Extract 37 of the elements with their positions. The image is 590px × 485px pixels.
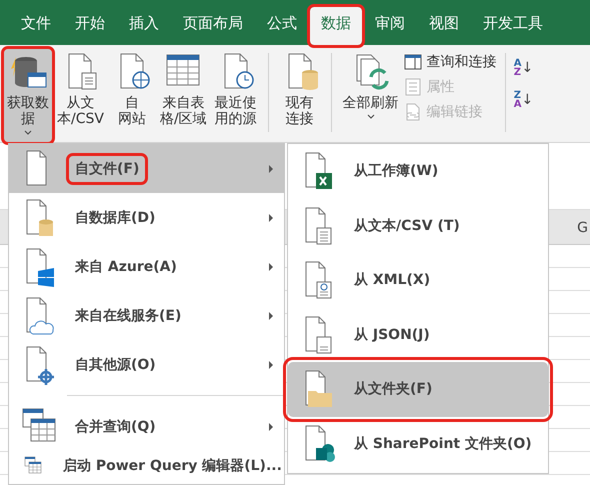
ribbon-tab[interactable]: 审阅	[364, 7, 416, 45]
menu-item[interactable]: 从 XML(X)	[288, 253, 548, 308]
ribbon-button[interactable]: 获取数 据	[4, 49, 52, 142]
submenu-arrow-icon	[268, 310, 274, 320]
ribbon-button[interactable]: 从文 本/CSV	[54, 49, 107, 135]
submenu-arrow-icon	[268, 262, 274, 272]
menu-item[interactable]: 从 SharePoint 文件夹(O)	[288, 416, 548, 471]
menu-item[interactable]: 从 JSON(J)	[288, 308, 548, 362]
menu-item[interactable]: 启动 Power Query 编辑器(L)...	[9, 451, 284, 481]
ribbon-button[interactable]: 自 网站	[108, 49, 155, 135]
menu-item[interactable]: 来自 Azure(A)	[9, 242, 284, 291]
submenu-arrow-icon	[268, 422, 274, 432]
ribbon-tab[interactable]: 开始	[64, 7, 116, 45]
menu-item[interactable]: 从文件夹(F)	[288, 362, 548, 416]
ribbon-small-button[interactable]: 查询和连接	[404, 53, 497, 71]
submenu-arrow-icon	[268, 212, 274, 222]
list-icon	[404, 78, 422, 96]
link-icon	[404, 103, 422, 121]
ribbon-tab[interactable]: 页面布局	[172, 7, 254, 45]
submenu-arrow-icon	[268, 360, 274, 370]
submenu-arrow-icon	[268, 164, 274, 174]
ribbon-tab[interactable]: 文件	[10, 7, 62, 45]
menu-item[interactable]: 从工作簿(W)	[288, 144, 548, 198]
ribbon-button[interactable]: 来自表 格/区域	[156, 49, 210, 135]
ribbon-button[interactable]: 现有 连接	[276, 49, 323, 135]
menu-item[interactable]: 自文件(F)	[9, 144, 284, 193]
ribbon-tab[interactable]: 插入	[118, 7, 170, 45]
ribbon-tab[interactable]: 公式	[256, 7, 308, 45]
ribbon-tab[interactable]: 开发工具	[472, 7, 554, 45]
ribbon-tab[interactable]: 数据	[310, 7, 362, 45]
menu-item[interactable]: 自其他源(O)	[9, 340, 284, 389]
ribbon-button[interactable]: 全部刷新	[340, 49, 402, 135]
ribbon-tab[interactable]: 视图	[418, 7, 470, 45]
menu-item[interactable]: 合并查询(Q)	[9, 402, 284, 451]
panel-icon	[404, 53, 422, 71]
menu-item[interactable]: 来自在线服务(E)	[9, 291, 284, 340]
ribbon-button[interactable]: 最近使 用的源	[212, 49, 260, 135]
